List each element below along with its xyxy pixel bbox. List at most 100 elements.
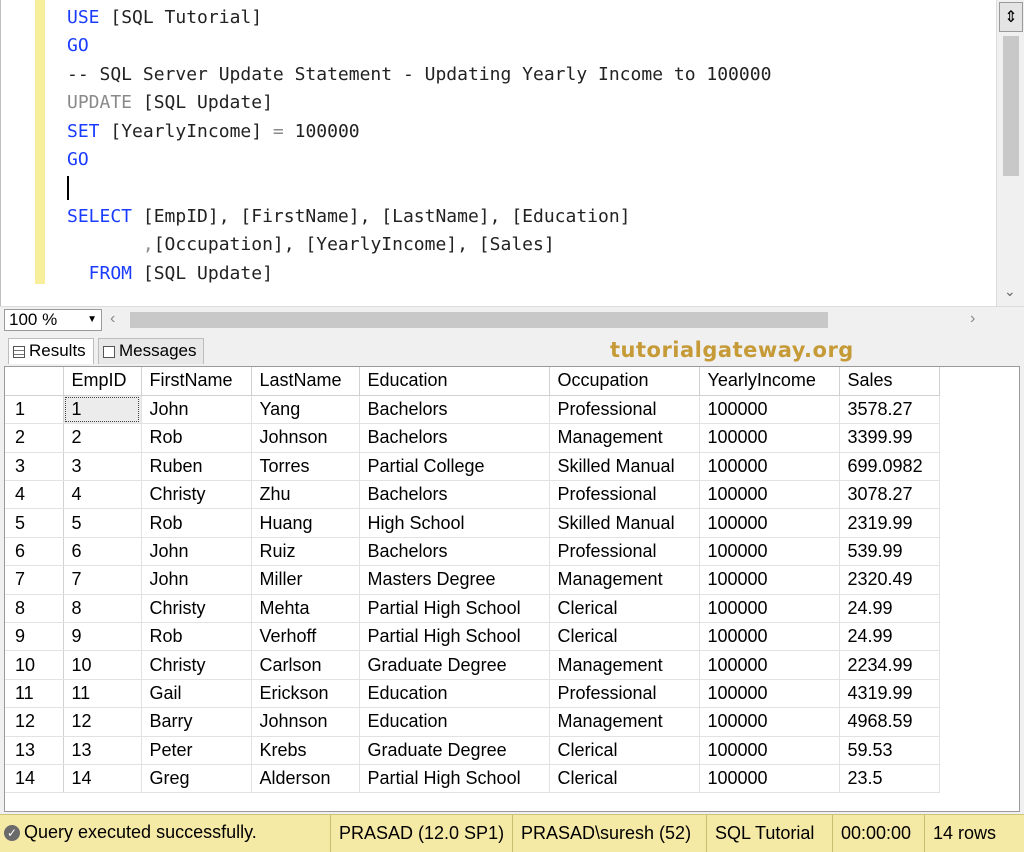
column-header[interactable]: EmpID — [63, 367, 142, 396]
grid-cell[interactable]: 3078.27 — [839, 480, 940, 510]
grid-cell[interactable]: Education — [359, 679, 550, 709]
grid-cell[interactable]: 6 — [63, 537, 142, 567]
grid-cell[interactable]: 539.99 — [839, 537, 940, 567]
scroll-down-icon[interactable]: ⌄ — [1004, 283, 1016, 300]
grid-cell[interactable]: 2234.99 — [839, 650, 940, 680]
grid-cell[interactable]: 2320.49 — [839, 565, 940, 595]
row-number[interactable]: 6 — [5, 537, 64, 567]
grid-cell[interactable]: Professional — [549, 395, 700, 425]
grid-cell[interactable]: Bachelors — [359, 423, 550, 453]
table-row[interactable]: 12 12 Barry Johnson Education Management 10000… — [5, 707, 940, 737]
row-number[interactable]: 5 — [5, 508, 64, 538]
scroll-left-icon[interactable]: ‹ — [110, 310, 115, 328]
code-line[interactable] — [67, 174, 994, 202]
grid-cell[interactable]: Zhu — [251, 480, 360, 510]
column-header[interactable]: FirstName — [141, 367, 252, 396]
grid-cell[interactable]: 7 — [63, 565, 142, 595]
row-number[interactable]: 14 — [5, 764, 64, 794]
grid-cell[interactable]: Ruiz — [251, 537, 360, 567]
split-editor-icon[interactable]: ⇕ — [999, 2, 1023, 32]
grid-cell[interactable]: 4319.99 — [839, 679, 940, 709]
grid-cell[interactable]: 100000 — [699, 650, 840, 680]
grid-cell[interactable]: Verhoff — [251, 622, 360, 652]
grid-cell[interactable]: Gail — [141, 679, 252, 709]
table-row[interactable]: 6 6 John Ruiz Bachelors Professional 100000 539… — [5, 537, 940, 567]
horizontal-scroll-thumb[interactable] — [130, 312, 828, 328]
grid-cell[interactable]: 14 — [63, 764, 142, 794]
grid-cell[interactable]: 100000 — [699, 622, 840, 652]
table-row[interactable]: 1 1 John Yang Bachelors Professional 100000 357… — [5, 395, 940, 425]
zoom-dropdown[interactable]: 100 % ▼ — [4, 309, 102, 331]
grid-cell[interactable]: Bachelors — [359, 395, 550, 425]
row-number[interactable]: 1 — [5, 395, 64, 425]
column-header[interactable]: Occupation — [549, 367, 700, 396]
grid-cell[interactable]: 10 — [63, 650, 142, 680]
row-number[interactable]: 11 — [5, 679, 64, 709]
grid-cell[interactable]: 11 — [63, 679, 142, 709]
grid-cell[interactable]: Ruben — [141, 452, 252, 482]
table-row[interactable]: 9 9 Rob Verhoff Partial High School Clerical 1… — [5, 622, 940, 652]
code-line[interactable]: GO — [67, 146, 994, 174]
grid-cell[interactable]: High School — [359, 508, 550, 538]
grid-cell[interactable]: Johnson — [251, 707, 360, 737]
code-line[interactable]: SET [YearlyIncome] = 100000 — [67, 118, 994, 146]
grid-cell[interactable]: 100000 — [699, 537, 840, 567]
grid-cell[interactable]: 100000 — [699, 594, 840, 624]
tab-results[interactable]: Results — [8, 338, 94, 364]
scroll-right-icon[interactable]: › — [970, 310, 975, 328]
editor-vertical-scrollbar[interactable]: ⇕ ⌄ — [996, 0, 1024, 306]
grid-cell[interactable]: Torres — [251, 452, 360, 482]
row-number[interactable]: 4 — [5, 480, 64, 510]
row-number[interactable]: 3 — [5, 452, 64, 482]
code-line[interactable]: ,[Occupation], [YearlyIncome], [Sales] — [67, 231, 994, 259]
grid-cell[interactable]: 24.99 — [839, 622, 940, 652]
grid-cell[interactable]: John — [141, 565, 252, 595]
row-number[interactable]: 8 — [5, 594, 64, 624]
grid-cell[interactable]: Christy — [141, 480, 252, 510]
grid-cell[interactable]: Huang — [251, 508, 360, 538]
grid-cell[interactable]: 13 — [63, 736, 142, 765]
grid-cell[interactable]: Professional — [549, 480, 700, 510]
grid-corner[interactable] — [5, 367, 64, 396]
grid-cell[interactable]: 1 — [63, 395, 142, 425]
row-number[interactable]: 12 — [5, 707, 64, 737]
grid-cell[interactable]: Education — [359, 707, 550, 737]
grid-cell[interactable]: Johnson — [251, 423, 360, 453]
grid-cell[interactable]: Krebs — [251, 736, 360, 765]
grid-cell[interactable]: 100000 — [699, 736, 840, 765]
grid-cell[interactable]: 8 — [63, 594, 142, 624]
grid-cell[interactable]: 100000 — [699, 764, 840, 794]
grid-cell[interactable]: 699.0982 — [839, 452, 940, 482]
grid-cell[interactable]: Clerical — [549, 764, 700, 794]
column-header[interactable]: LastName — [251, 367, 360, 396]
grid-cell[interactable]: 100000 — [699, 452, 840, 482]
grid-cell[interactable]: 100000 — [699, 565, 840, 595]
column-header[interactable]: Sales — [839, 367, 940, 396]
grid-cell[interactable]: Clerical — [549, 622, 700, 652]
grid-cell[interactable]: Masters Degree — [359, 565, 550, 595]
table-row[interactable]: 11 11 Gail Erickson Education Professional 100… — [5, 679, 940, 709]
grid-cell[interactable]: Mehta — [251, 594, 360, 624]
grid-cell[interactable]: Clerical — [549, 594, 700, 624]
grid-cell[interactable]: 100000 — [699, 395, 840, 425]
grid-cell[interactable]: 2319.99 — [839, 508, 940, 538]
grid-cell[interactable]: 23.5 — [839, 764, 940, 794]
row-number[interactable]: 13 — [5, 736, 64, 765]
grid-cell[interactable]: Management — [549, 650, 700, 680]
grid-cell[interactable]: Peter — [141, 736, 252, 765]
table-row[interactable]: 2 2 Rob Johnson Bachelors Management 100000 339… — [5, 423, 940, 453]
grid-cell[interactable]: 3399.99 — [839, 423, 940, 453]
table-row[interactable]: 7 7 John Miller Masters Degree Management 1000… — [5, 565, 940, 595]
grid-cell[interactable]: Professional — [549, 679, 700, 709]
grid-cell[interactable]: 9 — [63, 622, 142, 652]
grid-cell[interactable]: Partial High School — [359, 622, 550, 652]
grid-cell[interactable]: Rob — [141, 622, 252, 652]
code-line[interactable]: UPDATE [SQL Update] — [67, 89, 994, 117]
grid-cell[interactable]: Partial High School — [359, 594, 550, 624]
grid-cell[interactable]: Miller — [251, 565, 360, 595]
grid-cell[interactable]: Management — [549, 423, 700, 453]
table-row[interactable]: 3 3 Ruben Torres Partial College Skilled Manu… — [5, 452, 940, 482]
grid-cell[interactable]: 100000 — [699, 508, 840, 538]
grid-cell[interactable]: 12 — [63, 707, 142, 737]
column-header[interactable]: YearlyIncome — [699, 367, 840, 396]
